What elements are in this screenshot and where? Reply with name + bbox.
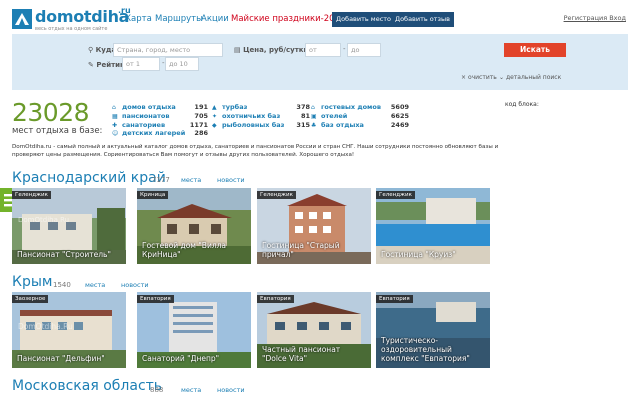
- where-label-wrap: ⚲ Куда: [88, 46, 116, 54]
- building-icon: ▦: [112, 113, 118, 120]
- auth-links[interactable]: Регистрация Вход: [564, 14, 626, 22]
- place-location-tag: Заозерное: [12, 295, 49, 303]
- site-description: DomOtdiha.ru - самый полный и актуальный…: [12, 144, 499, 158]
- price-label-wrap: ▤ Цена, руб/сутки: [234, 46, 308, 54]
- place-card[interactable]: Криница Гостевой дом "Вилла КриНица": [137, 188, 251, 264]
- nav-deals[interactable]: Акции: [201, 14, 229, 24]
- clear-icon: ×: [461, 74, 468, 81]
- region-places-link[interactable]: места: [85, 281, 105, 289]
- region-news-link[interactable]: новости: [121, 281, 149, 289]
- child-icon: ☺: [112, 130, 119, 137]
- search-button[interactable]: Искать: [504, 43, 566, 57]
- place-title: Частный пансионат "Dolce Vita": [262, 345, 341, 363]
- place-title: Гостевой дом "Вилла КриНица": [142, 241, 227, 259]
- region-title[interactable]: Краснодарский край: [12, 170, 166, 186]
- place-location-tag: Геленджик: [257, 191, 296, 199]
- add-review-button[interactable]: Добавить отзыв: [391, 12, 454, 27]
- price-to-input[interactable]: до: [347, 43, 381, 57]
- logo-tagline: весь отдых на одном сайте: [35, 26, 108, 32]
- tent-icon: ▲: [212, 104, 217, 111]
- place-card[interactable]: Евпатория Частный пансионат "Dolce Vita": [257, 292, 371, 368]
- rating-from-input[interactable]: от 1: [122, 57, 160, 71]
- place-card[interactable]: Геленджик Гостиница "Круиз": [376, 188, 490, 264]
- advanced-search-link[interactable]: ⌄ детальный поиск: [499, 74, 561, 81]
- region-places-link[interactable]: места: [181, 386, 201, 394]
- region-places-link[interactable]: места: [181, 176, 201, 184]
- place-title: Санаторий "Днепр": [142, 354, 220, 363]
- location-icon: ⚲: [88, 46, 96, 54]
- site-header: domotdiha .ru весь отдых на одном сайте …: [0, 0, 640, 34]
- watermark-text: DomOtdiha.Ru: [18, 322, 73, 331]
- region-count: 888: [150, 386, 164, 394]
- nav-routes[interactable]: Маршруты: [155, 14, 203, 24]
- region-count: 1540: [53, 281, 71, 289]
- nav-holidays[interactable]: Майские праздники-2026: [231, 14, 345, 24]
- tent-icon: [12, 9, 32, 29]
- place-location-tag: Евпатория: [376, 295, 413, 303]
- where-input[interactable]: Страна, город, место: [113, 43, 223, 57]
- region-news-link[interactable]: новости: [217, 176, 245, 184]
- add-place-button[interactable]: Добавить место: [332, 12, 396, 27]
- place-location-tag: Геленджик: [376, 191, 415, 199]
- place-card[interactable]: Геленджик DomOtdiha.Ru Пансионат "Строит…: [12, 188, 126, 264]
- place-location-tag: Евпатория: [137, 295, 174, 303]
- region-title[interactable]: Крым: [12, 274, 52, 290]
- price-dash: -: [343, 45, 346, 53]
- region-news-link[interactable]: новости: [217, 386, 245, 394]
- price-icon: ▤: [234, 46, 244, 54]
- fish-icon: ◆: [212, 122, 217, 129]
- place-title: Пансионат "Строитель": [17, 250, 111, 259]
- code-block-label: код блока:: [505, 101, 539, 108]
- house-icon: ⌂: [112, 104, 116, 111]
- place-card[interactable]: Геленджик Гостиница "Старый причал": [257, 188, 371, 264]
- guesthouse-icon: ⌂: [311, 104, 315, 111]
- place-title: Гостиница "Старый причал": [262, 241, 340, 259]
- leaf-icon: ♣: [311, 122, 317, 129]
- hotel-icon: ▣: [311, 113, 317, 120]
- hunting-icon: ✦: [212, 113, 218, 120]
- place-location-tag: Криница: [137, 191, 169, 199]
- price-label: Цена, руб/сутки: [243, 46, 309, 54]
- region-title[interactable]: Московская область: [12, 378, 162, 394]
- rating-to-input[interactable]: до 10: [165, 57, 199, 71]
- place-title: Гостиница "Круиз": [381, 250, 456, 259]
- cross-icon: ✚: [112, 122, 118, 129]
- region-count: 7177: [152, 176, 170, 184]
- chevron-down-icon: ⌄: [499, 74, 506, 81]
- place-location-tag: Геленджик: [12, 191, 51, 199]
- total-count: 23028: [12, 98, 90, 127]
- place-title: Пансионат "Дельфин": [17, 354, 105, 363]
- place-card[interactable]: Евпатория Туристическо-оздоровительный к…: [376, 292, 490, 368]
- search-panel: ⚲ Куда Страна, город, место ▤ Цена, руб/…: [12, 34, 628, 90]
- logo-text: domotdiha: [35, 7, 130, 26]
- total-subtitle: мест отдыха в базе:: [12, 126, 103, 136]
- place-title: Туристическо-оздоровительный комплекс "Е…: [381, 336, 470, 363]
- place-card[interactable]: Заозерное DomOtdiha.Ru Пансионат "Дельфи…: [12, 292, 126, 368]
- nav-map[interactable]: Карта: [125, 14, 152, 24]
- place-location-tag: Евпатория: [257, 295, 294, 303]
- price-from-input[interactable]: от: [305, 43, 341, 57]
- place-card[interactable]: Евпатория Санаторий "Днепр": [137, 292, 251, 368]
- clear-link[interactable]: × очистить: [461, 74, 497, 81]
